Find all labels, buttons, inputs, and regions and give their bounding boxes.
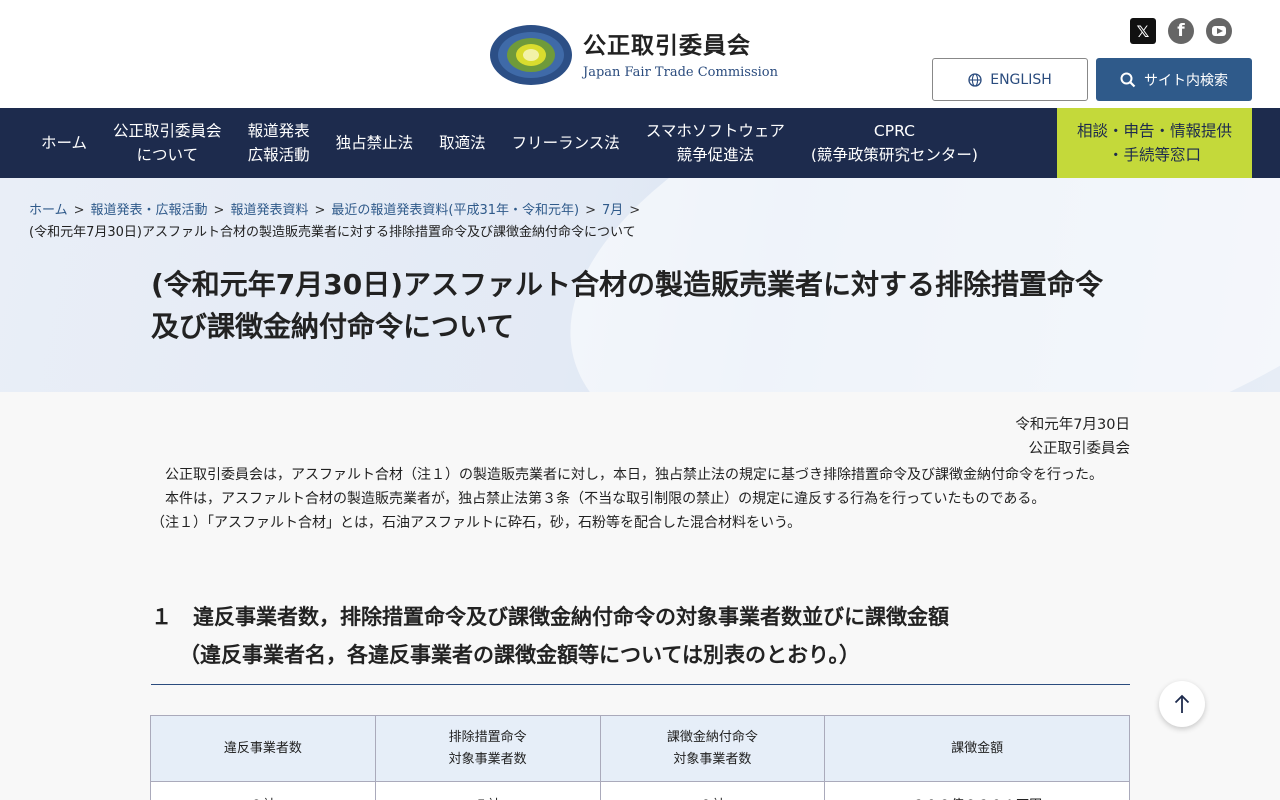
breadcrumb-recent[interactable]: 最近の報道発表資料(平成31年・令和元年) [331,203,579,218]
org-name-ja: 公正取引委員会 [583,32,751,59]
intro-note: （注１）「アスファルト合材」とは，石油アスファルトに砕石，砂，石粉等を配合した混… [151,515,802,531]
english-button[interactable]: ENGLISH [932,58,1088,101]
breadcrumb-press[interactable]: 報道発表・広報活動 [91,203,208,218]
nav-item-consultation[interactable]: 相談・申告・情報提供 ・手続等窓口 [1057,108,1252,178]
section-1-heading-line2: （違反事業者名，各違反事業者の課徴金額等については別表のとおり。） [179,643,861,667]
breadcrumb-press-materials[interactable]: 報道発表資料 [230,203,308,218]
main-content: 令和元年7月30日 公正取引委員会 公正取引委員会は，アスファルト合材（注１）の… [0,392,1280,800]
globe-icon [968,72,982,87]
section-1-heading: １ 違反事業者数，排除措置命令及び課徴金納付命令の対象事業者数並びに課徴金額 （… [151,598,1130,685]
facebook-icon[interactable]: f [1168,18,1194,44]
release-issuer: 公正取引委員会 [1028,441,1131,457]
breadcrumb-separator: > [213,203,225,218]
table-cell: ５社 [374,781,601,800]
nav-item-smartphone-software[interactable]: スマホソフトウェア 競争促進法 [633,108,798,178]
table-cell: ３９８億８３２１万円 [824,781,1130,800]
release-info: 令和元年7月30日 公正取引委員会 [1015,413,1130,461]
site-header: 公正取引委員会 Japan Fair Trade Commission 𝕏 f … [0,0,1280,108]
table-header-cease-desist: 排除措置命令 対象事業者数 [374,715,601,782]
nav-item-antimonopoly[interactable]: 独占禁止法 [323,108,427,178]
breadcrumb-separator: > [73,203,85,218]
breadcrumb: ホーム > 報道発表・広報活動 > 報道発表資料 > 最近の報道発表資料(平成31年・令和元… [29,200,729,244]
search-icon [1120,72,1136,87]
nav-item-about[interactable]: 公正取引委員会 について [100,108,235,178]
page-title: (令和元年7月30日)アスファルト合材の製造販売業者に対する排除措置命令及び課徴… [151,268,1104,343]
intro-text: 公正取引委員会は，アスファルト合材（注１）の製造販売業者に対し，本日，独占禁止法… [151,463,1131,535]
table-header-violators: 違反事業者数 [150,715,376,782]
summary-table: 違反事業者数 排除措置命令 対象事業者数 課徴金納付命令 対象事業者数 課徴金額… [150,715,1130,800]
intro-paragraph-1: 公正取引委員会は，アスファルト合材（注１）の製造販売業者に対し，本日，独占禁止法… [165,467,1103,483]
back-to-top-button[interactable] [1159,681,1205,727]
breadcrumb-current: (令和元年7月30日)アスファルト合材の製造販売業者に対する排除措置命令及び課徴… [29,225,636,240]
global-nav: ホーム 公正取引委員会 について 報道発表 広報活動 独占禁止法 取適法 フリー… [0,108,1280,178]
search-label: サイト内検索 [1144,72,1228,89]
youtube-icon[interactable] [1206,18,1232,44]
table-header-surcharge-amount: 課徴金額 [824,715,1130,782]
nav-item-freelance[interactable]: フリーランス法 [499,108,633,178]
x-icon[interactable]: 𝕏 [1130,18,1156,44]
site-logo[interactable]: 公正取引委員会 Japan Fair Trade Commission [489,24,778,86]
arrow-up-icon [1174,694,1190,713]
table-cell: ８社 [150,781,376,800]
breadcrumb-separator: > [314,203,326,218]
jftc-emblem-icon [489,24,573,86]
breadcrumb-separator: > [585,203,596,218]
nav-item-home[interactable]: ホーム [28,108,100,178]
table-row: ８社 ５社 ８社 ３９８億８３２１万円 [150,781,1130,800]
nav-item-press[interactable]: 報道発表 広報活動 [235,108,323,178]
table-header-row: 違反事業者数 排除措置命令 対象事業者数 課徴金納付命令 対象事業者数 課徴金額 [150,715,1130,782]
org-name-en: Japan Fair Trade Commission [583,64,778,80]
breadcrumb-home[interactable]: ホーム [29,203,68,218]
table-cell: ８社 [599,781,826,800]
intro-paragraph-2: 本件は，アスファルト合材の製造販売業者が，独占禁止法第３条（不当な取引制限の禁止… [165,491,1046,507]
breadcrumb-separator: > [629,203,641,218]
table-header-surcharge-order: 課徴金納付命令 対象事業者数 [599,715,826,782]
nav-item-subcontract[interactable]: 取適法 [426,108,499,178]
page-hero: ホーム > 報道発表・広報活動 > 報道発表資料 > 最近の報道発表資料(平成31年・令和元… [0,178,1280,392]
release-date: 令和元年7月30日 [1015,417,1130,433]
breadcrumb-july[interactable]: 7月 [602,203,623,218]
nav-item-cprc[interactable]: CPRC (競争政策研究センター) [798,108,991,178]
section-1-heading-line1: １ 違反事業者数，排除措置命令及び課徴金納付命令の対象事業者数並びに課徴金額 [151,605,949,629]
english-label: ENGLISH [990,71,1052,88]
site-search-button[interactable]: サイト内検索 [1096,58,1252,101]
